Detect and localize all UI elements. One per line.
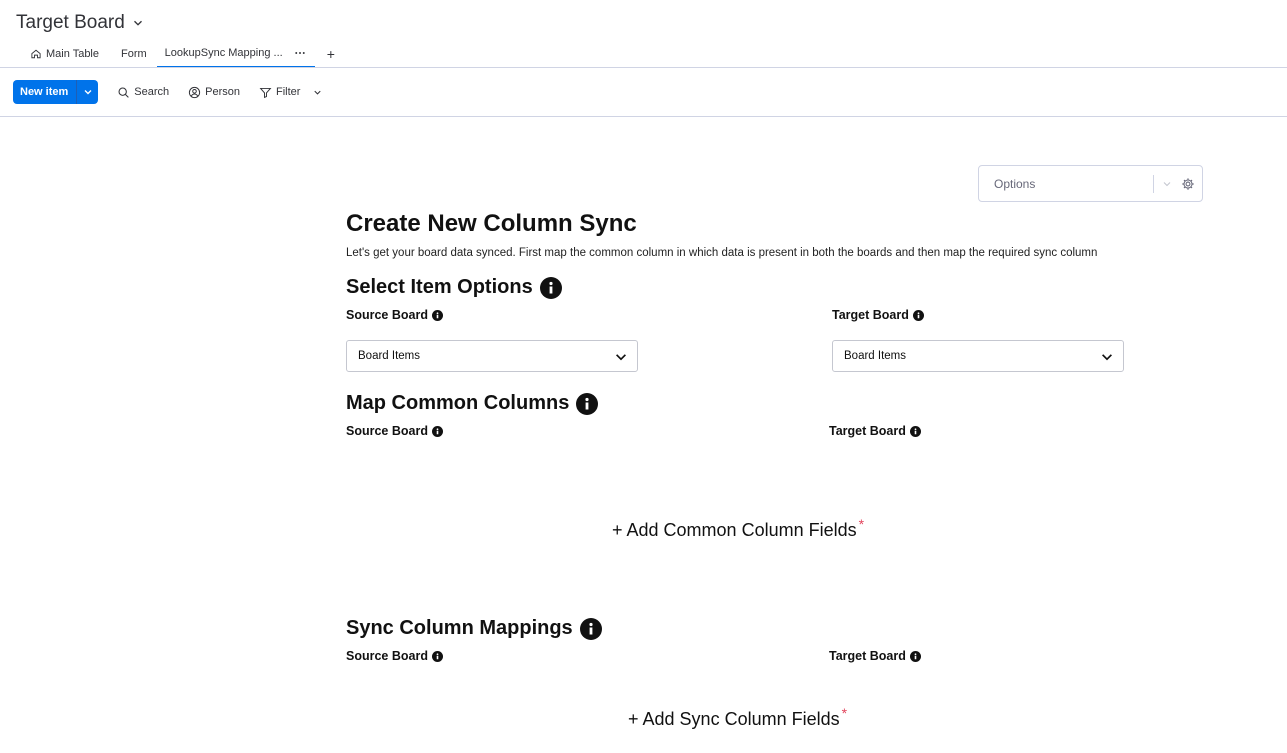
label-text: Target Board	[829, 424, 906, 438]
toolbar: New item Search Person Filter	[13, 80, 323, 104]
target-board-label: Target Board	[829, 424, 921, 438]
new-item-button[interactable]: New item	[13, 80, 99, 104]
person-button[interactable]: Person	[188, 86, 240, 99]
section-title: Sync Column Mappings	[346, 617, 573, 639]
source-board-label: Source Board	[346, 424, 443, 438]
add-common-column-button[interactable]: + Add Common Column Fields *	[612, 516, 864, 541]
chevron-down-icon[interactable]	[77, 80, 98, 104]
label-text: Target Board	[829, 649, 906, 663]
section-title: Map Common Columns	[346, 392, 570, 414]
info-icon[interactable]	[431, 650, 443, 662]
board-title[interactable]: Target Board	[16, 12, 145, 34]
tab-main-table[interactable]: Main Table	[22, 40, 107, 68]
tab-label: LookupSync Mapping ...	[164, 47, 283, 59]
board-title-text: Target Board	[16, 12, 125, 33]
select-item-heading: Select Item Options	[346, 276, 562, 299]
new-item-label[interactable]: New item	[13, 80, 78, 104]
tab-label: Form	[121, 48, 147, 60]
source-board-select[interactable]: Board Items	[346, 340, 638, 372]
select-value: Board Items	[844, 350, 906, 362]
info-icon[interactable]	[539, 276, 562, 299]
page-subtitle: Let's get your board data synced. First …	[346, 247, 1098, 259]
required-marker: *	[841, 705, 848, 721]
target-board-label: Target Board	[829, 649, 921, 663]
filter-button[interactable]: Filter	[259, 86, 323, 99]
label-text: Target Board	[832, 308, 909, 322]
map-common-heading: Map Common Columns	[346, 392, 599, 415]
add-label: + Add Sync Column Fields	[628, 709, 840, 729]
add-tab-button[interactable]: +	[327, 46, 335, 62]
filter-icon	[259, 87, 272, 98]
info-icon[interactable]	[909, 425, 921, 437]
tab-form[interactable]: Form	[113, 40, 155, 68]
label-text: Source Board	[346, 308, 428, 322]
view-tabs: Main Table Form LookupSync Mapping ... +	[22, 40, 335, 68]
chevron-down-icon	[1102, 354, 1112, 361]
info-icon[interactable]	[579, 617, 602, 640]
add-sync-column-button[interactable]: + Add Sync Column Fields *	[628, 705, 847, 730]
info-icon[interactable]	[909, 650, 921, 662]
chevron-down-icon[interactable]	[312, 87, 323, 98]
source-board-label: Source Board	[346, 308, 443, 322]
filter-label: Filter	[276, 86, 301, 98]
info-icon[interactable]	[912, 309, 924, 321]
chevron-down-icon	[133, 20, 142, 26]
tab-lookupsync-mapping[interactable]: LookupSync Mapping ...	[156, 40, 315, 68]
info-icon[interactable]	[576, 392, 599, 415]
divider	[0, 116, 1287, 117]
more-icon[interactable]	[293, 47, 307, 59]
target-board-select[interactable]: Board Items	[832, 340, 1124, 372]
person-label: Person	[205, 86, 241, 98]
gear-icon[interactable]	[1181, 177, 1195, 191]
target-board-label: Target Board	[832, 308, 924, 322]
search-button[interactable]: Search	[117, 86, 169, 99]
required-marker: *	[858, 516, 865, 532]
label-text: Source Board	[346, 649, 428, 663]
home-icon	[31, 49, 41, 59]
search-label: Search	[134, 86, 170, 98]
divider	[0, 67, 1287, 68]
chevron-down-icon	[616, 354, 626, 361]
sync-mappings-heading: Sync Column Mappings	[346, 617, 602, 640]
divider	[1153, 175, 1154, 193]
tab-label: Main Table	[46, 48, 99, 60]
options-select[interactable]: Options	[978, 165, 1203, 202]
info-icon[interactable]	[431, 425, 443, 437]
info-icon[interactable]	[431, 309, 443, 321]
chevron-down-icon[interactable]	[1161, 178, 1173, 190]
page-title: Create New Column Sync	[346, 210, 637, 237]
source-board-label: Source Board	[346, 649, 443, 663]
section-title: Select Item Options	[346, 276, 533, 298]
label-text: Source Board	[346, 424, 428, 438]
select-value: Board Items	[358, 350, 420, 362]
search-icon	[118, 87, 130, 98]
options-placeholder: Options	[994, 177, 1036, 191]
add-label: + Add Common Column Fields	[612, 520, 857, 540]
person-icon	[189, 86, 201, 98]
